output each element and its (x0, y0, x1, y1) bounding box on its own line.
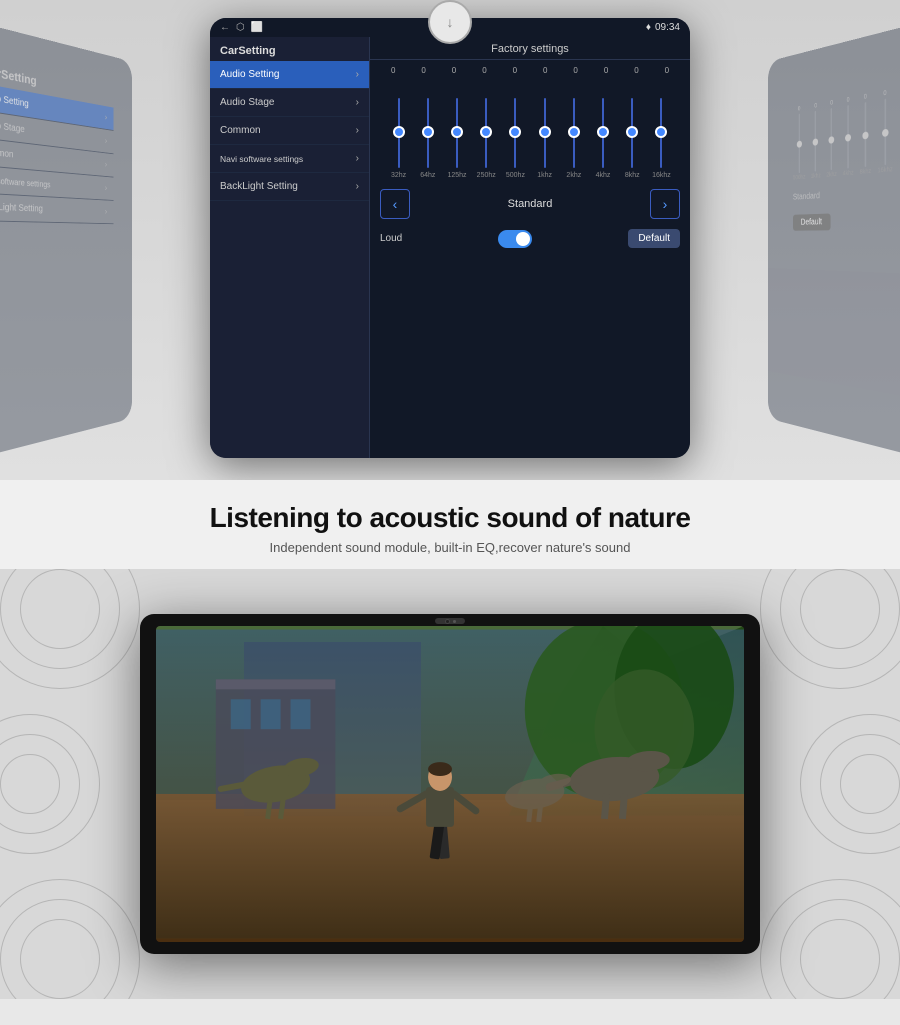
sidebar-navi[interactable]: Navi software settings › (210, 145, 369, 173)
chevron-right-icon: › (356, 153, 359, 164)
sub-title: Independent sound module, built-in EQ,re… (20, 540, 880, 555)
eq-sliders: 32hz 64hz 125hz (380, 79, 680, 179)
eq-track[interactable] (602, 98, 604, 168)
main-title: Listening to acoustic sound of nature (20, 502, 880, 534)
loud-label: Loud (380, 233, 402, 244)
right-background-panel: 0 500hz 0 1khz 0 (768, 20, 900, 460)
eq-section: 0 0 0 0 0 0 0 0 0 0 (370, 60, 690, 183)
eq-thumb[interactable] (626, 126, 638, 138)
recent-icon[interactable]: ⬜ (251, 22, 263, 33)
eq-band-500hz: 500hz (501, 98, 530, 179)
chevron-right-icon: › (356, 69, 359, 80)
time-area: ♦ 09:34 (646, 22, 680, 33)
rp-default-btn[interactable]: Default (793, 213, 830, 230)
eq-thumb[interactable] (509, 126, 521, 138)
sidebar-title: CarSetting (210, 37, 369, 61)
device-screen (156, 626, 744, 942)
home-icon[interactable]: ⬡ (236, 22, 245, 33)
eq-preset-name: Standard (508, 198, 553, 210)
eq-top-values: 0 0 0 0 0 0 0 0 0 0 (380, 66, 680, 75)
eq-track[interactable] (485, 98, 487, 168)
toggle-knob (516, 232, 530, 246)
eq-track[interactable] (660, 98, 662, 168)
device-frame (140, 614, 760, 954)
eq-band-32hz: 32hz (384, 98, 413, 179)
eq-band-2khz: 2khz (559, 98, 588, 179)
status-icons: ← ⬡ ⬜ (220, 22, 263, 33)
bottom-section (0, 569, 900, 999)
camera-dot (453, 620, 456, 623)
eq-track[interactable] (631, 98, 633, 168)
sidebar-audio-stage[interactable]: Audio Stage › (210, 89, 369, 117)
chevron-right-icon: › (356, 97, 359, 108)
car-setting-body: CarSetting Audio Setting › Audio Stage ›… (210, 37, 690, 458)
scene-svg (156, 626, 744, 942)
cp-sidebar: CarSetting Audio Setting › Audio Stage ›… (210, 37, 370, 458)
chevron-right-icon: › (356, 125, 359, 136)
eq-track[interactable] (514, 98, 516, 168)
chevron-right-icon: › (356, 181, 359, 192)
camera-bump (435, 618, 465, 624)
left-background-panel: CarSetting Audio Setting› Audio Stage› C… (0, 20, 132, 460)
left-panel-content: CarSetting Audio Setting› Audio Stage› C… (0, 50, 113, 470)
sidebar-common[interactable]: Common › (210, 117, 369, 145)
center-main-panel: ← ⬡ ⬜ ♦ 09:34 CarSetting Audio Setting ›… (210, 18, 690, 458)
right-panel-content: 0 500hz 0 1khz 0 (787, 50, 900, 470)
eq-thumb[interactable] (597, 126, 609, 138)
eq-track[interactable] (398, 98, 400, 168)
sidebar-audio-setting[interactable]: Audio Setting › (210, 61, 369, 89)
eq-band-125hz: 125hz (442, 98, 471, 179)
eq-band-64hz: 64hz (413, 98, 442, 179)
default-button[interactable]: Default (628, 229, 680, 248)
loud-toggle[interactable] (498, 230, 532, 248)
back-icon[interactable]: ← (220, 22, 230, 33)
eq-thumb[interactable] (480, 126, 492, 138)
eq-band-1khz: 1khz (530, 98, 559, 179)
eq-controls-row: ‹ Standard › (370, 183, 690, 225)
eq-track[interactable] (573, 98, 575, 168)
eq-thumb[interactable] (568, 126, 580, 138)
eq-band-4khz: 4khz (588, 98, 617, 179)
eq-thumb[interactable] (451, 126, 463, 138)
eq-prev-button[interactable]: ‹ (380, 189, 410, 219)
eq-thumb[interactable] (422, 126, 434, 138)
sidebar-backlight[interactable]: BackLight Setting › (210, 173, 369, 201)
eq-next-button[interactable]: › (650, 189, 680, 219)
location-icon: ♦ (646, 22, 651, 33)
cp-main-content: Factory settings 0 0 0 0 0 0 0 0 0 0 (370, 37, 690, 458)
eq-thumb[interactable] (655, 126, 667, 138)
eq-band-16khz: 16khz (647, 98, 676, 179)
camera-lens (445, 619, 450, 624)
eq-band-250hz: 250hz (472, 98, 501, 179)
loud-row: Loud Default (370, 225, 690, 254)
eq-track[interactable] (544, 98, 546, 168)
factory-header: Factory settings (370, 37, 690, 60)
eq-track[interactable] (456, 98, 458, 168)
eq-track[interactable] (427, 98, 429, 168)
eq-thumb[interactable] (539, 126, 551, 138)
eq-thumb[interactable] (393, 126, 405, 138)
status-time: 09:34 (655, 22, 680, 33)
down-arrow-icon[interactable]: ↓ (428, 0, 472, 44)
eq-band-8khz: 8khz (618, 98, 647, 179)
top-section: ↓ CarSetting Audio Setting› Audio Stage›… (0, 0, 900, 480)
text-section: Listening to acoustic sound of nature In… (0, 480, 900, 569)
